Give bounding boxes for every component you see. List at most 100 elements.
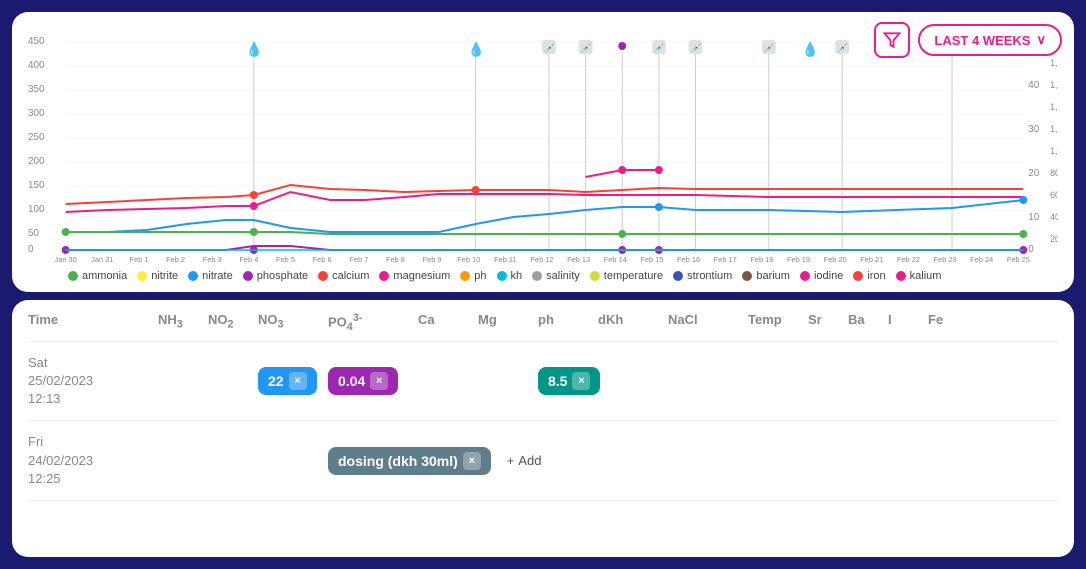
svg-text:Feb 10: Feb 10 (457, 255, 480, 262)
svg-text:💧: 💧 (246, 41, 263, 58)
svg-text:200: 200 (28, 156, 45, 167)
table-header: Time NH3 NO2 NO3 PO43- Ca Mg ph dKh NaCl… (28, 312, 1058, 342)
chart-panel: LAST 4 WEEKS ∨ 450 400 350 300 250 200 1… (12, 12, 1074, 292)
col-temp: Temp (748, 312, 808, 333)
svg-text:0: 0 (1028, 244, 1034, 255)
svg-text:Feb 2: Feb 2 (166, 255, 185, 262)
no3-badge[interactable]: 22 × (258, 367, 317, 395)
plus-icon: + (507, 453, 515, 468)
svg-text:Feb 3: Feb 3 (203, 255, 222, 262)
svg-text:Feb 7: Feb 7 (349, 255, 368, 262)
weeks-button[interactable]: LAST 4 WEEKS ∨ (918, 24, 1062, 56)
col-mg: Mg (478, 312, 538, 333)
svg-text:200: 200 (1050, 234, 1058, 244)
svg-text:Feb 9: Feb 9 (423, 255, 442, 262)
row1-no3: 22 × (258, 367, 328, 395)
svg-text:Feb 18: Feb 18 (750, 255, 773, 262)
legend-temperature: temperature (590, 270, 663, 282)
chart-area: 450 400 350 300 250 200 150 100 50 0 ppm… (28, 32, 1058, 262)
col-no3: NO3 (258, 312, 328, 333)
legend-magnesium: magnesium (379, 270, 450, 282)
ph-remove[interactable]: × (572, 372, 590, 390)
po4-badge[interactable]: 0.04 × (328, 367, 398, 395)
legend-ph: ph (460, 270, 486, 282)
svg-text:Feb 13: Feb 13 (567, 255, 590, 262)
chevron-icon: ∨ (1036, 32, 1046, 48)
svg-text:Feb 17: Feb 17 (714, 255, 737, 262)
svg-text:Feb 19: Feb 19 (787, 255, 810, 262)
svg-text:💉: 💉 (837, 42, 848, 53)
legend-kalium: kalium (896, 270, 942, 282)
svg-text:Feb 8: Feb 8 (386, 255, 405, 262)
table-row: Fri 24/02/2023 12:25 dosing (dkh 30ml) ×… (28, 421, 1058, 501)
svg-text:Feb 23: Feb 23 (934, 255, 957, 262)
legend-nitrite: nitrite (137, 270, 178, 282)
svg-text:💉: 💉 (544, 42, 555, 53)
po4-remove[interactable]: × (370, 372, 388, 390)
filter-button[interactable] (874, 22, 910, 58)
svg-text:100: 100 (28, 204, 45, 215)
svg-text:800: 800 (1050, 168, 1058, 178)
svg-text:1,600: 1,600 (1050, 80, 1058, 90)
svg-text:1,200: 1,200 (1050, 124, 1058, 134)
row2-time: Fri 24/02/2023 12:25 (28, 433, 158, 488)
svg-text:20: 20 (1028, 168, 1039, 179)
svg-text:600: 600 (1050, 190, 1058, 200)
add-button[interactable]: + Add (499, 448, 550, 473)
dosing-remove[interactable]: × (463, 452, 481, 470)
svg-text:💉: 💉 (691, 42, 702, 53)
svg-text:400: 400 (1050, 212, 1058, 222)
svg-text:300: 300 (28, 108, 45, 119)
row2-tag-area: dosing (dkh 30ml) × + Add (328, 447, 598, 475)
chart-svg: 450 400 350 300 250 200 150 100 50 0 ppm… (28, 32, 1058, 262)
svg-text:Feb 5: Feb 5 (276, 255, 295, 262)
svg-text:Feb 16: Feb 16 (677, 255, 700, 262)
legend-nitrate: nitrate (188, 270, 233, 282)
svg-text:Feb 14: Feb 14 (604, 255, 627, 262)
col-time: Time (28, 312, 158, 333)
col-sr: Sr (808, 312, 848, 333)
add-label: Add (518, 453, 541, 468)
col-nh3: NH3 (158, 312, 208, 333)
legend-barium: barium (742, 270, 790, 282)
data-table: Time NH3 NO2 NO3 PO43- Ca Mg ph dKh NaCl… (12, 300, 1074, 557)
table-row: Sat 25/02/2023 12:13 22 × 0.04 × 8.5 × (28, 342, 1058, 422)
ph-value: 8.5 (548, 373, 567, 389)
legend-kh: kh (497, 270, 523, 282)
top-controls: LAST 4 WEEKS ∨ (874, 22, 1062, 58)
svg-text:1,800: 1,800 (1050, 58, 1058, 68)
legend-strontium: strontium (673, 270, 732, 282)
dosing-badge[interactable]: dosing (dkh 30ml) × (328, 447, 491, 475)
legend-phosphate: phosphate (243, 270, 308, 282)
col-ca: Ca (418, 312, 478, 333)
legend-ammonia: ammonia (68, 270, 127, 282)
svg-text:10: 10 (1028, 212, 1039, 223)
svg-text:40: 40 (1028, 80, 1039, 91)
col-ph: ph (538, 312, 598, 333)
legend-iodine: iodine (800, 270, 843, 282)
legend-calcium: calcium (318, 270, 369, 282)
ph-badge[interactable]: 8.5 × (538, 367, 600, 395)
svg-text:50: 50 (28, 228, 39, 239)
col-dkh: dKh (598, 312, 668, 333)
dosing-label: dosing (dkh 30ml) (338, 453, 458, 469)
svg-text:Feb 21: Feb 21 (860, 255, 883, 262)
po4-value: 0.04 (338, 373, 365, 389)
chart-legend: ammonia nitrite nitrate phosphate calciu… (28, 270, 1058, 282)
svg-text:250: 250 (28, 132, 45, 143)
svg-text:0: 0 (28, 244, 34, 255)
legend-salinity: salinity (532, 270, 580, 282)
svg-text:150: 150 (28, 180, 45, 191)
weeks-label: LAST 4 WEEKS (934, 33, 1030, 48)
svg-text:💉: 💉 (654, 42, 665, 53)
svg-text:Feb 11: Feb 11 (494, 255, 517, 262)
svg-text:450: 450 (28, 36, 45, 47)
col-nacl: NaCl (668, 312, 748, 333)
row1-po4: 0.04 × (328, 367, 418, 395)
no3-remove[interactable]: × (289, 372, 307, 390)
col-fe: Fe (928, 312, 988, 333)
svg-text:1,000: 1,000 (1050, 146, 1058, 156)
svg-text:Feb 4: Feb 4 (239, 255, 258, 262)
col-ba: Ba (848, 312, 888, 333)
svg-text:Feb 20: Feb 20 (824, 255, 847, 262)
